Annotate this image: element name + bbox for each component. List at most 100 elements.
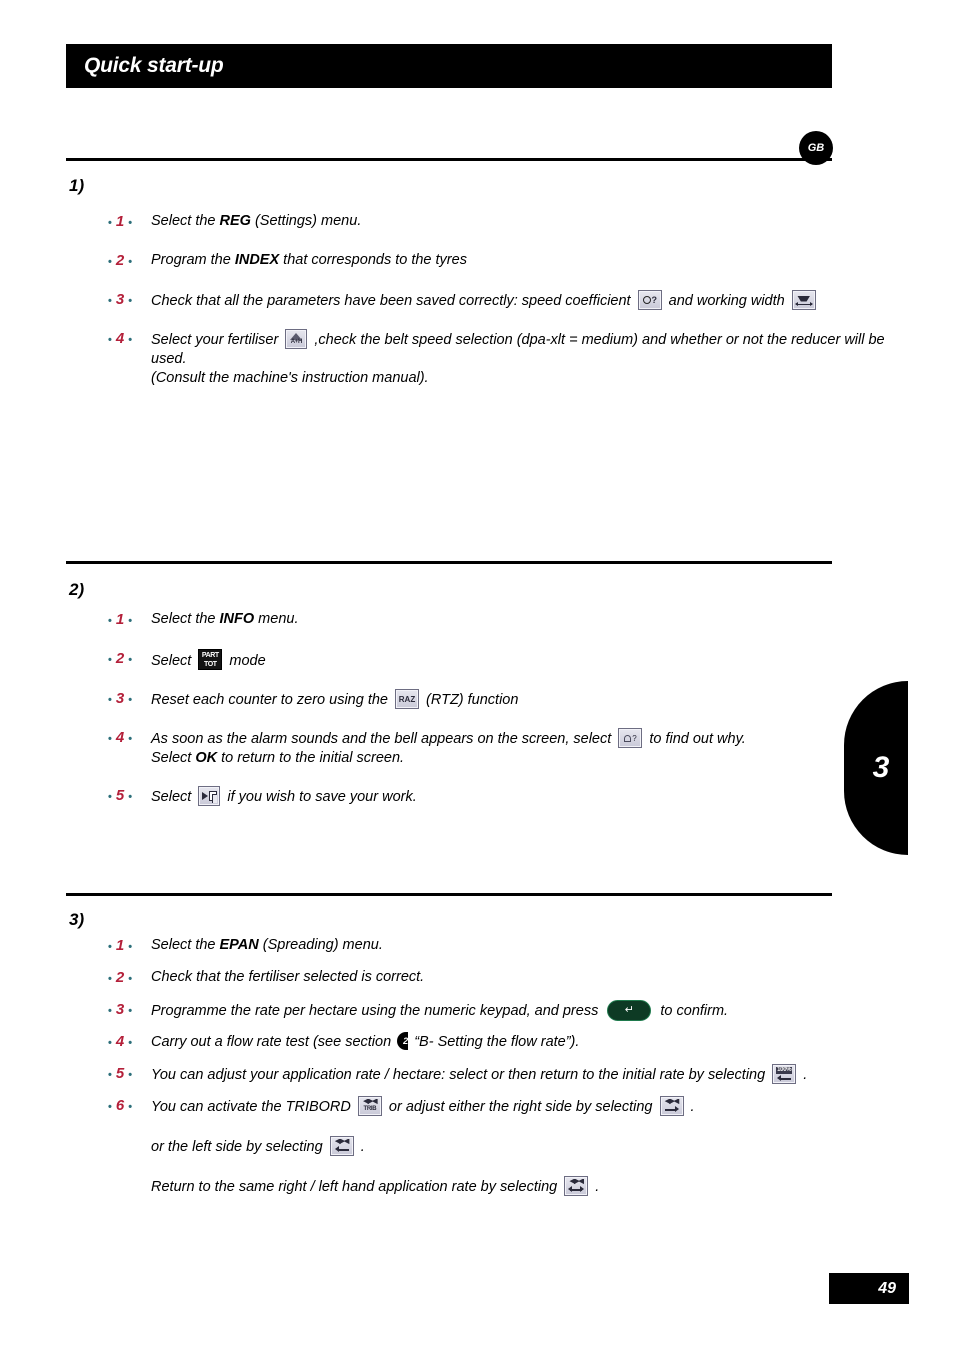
- page-title: Quick start-up: [84, 54, 224, 77]
- return-100-percent-icon: 100%: [772, 1064, 797, 1084]
- step-number-value: 2: [115, 969, 125, 986]
- step-number: • 3 •: [104, 1000, 151, 1021]
- text-run: You can adjust your application rate / h…: [151, 1067, 770, 1083]
- text-run: Check that all the parameters have been …: [151, 293, 635, 309]
- instruction-step: • 1 • Select the INFO menu.: [104, 610, 904, 631]
- text-run: Select the: [151, 937, 220, 953]
- bullet-dot-right: •: [128, 733, 133, 745]
- step-text-line: Select your fertiliser A+H ,check the be…: [151, 329, 904, 369]
- bullet-dot-right: •: [128, 1069, 133, 1081]
- step-number-value: 1: [115, 611, 125, 628]
- speed-coefficient-icon: ?: [637, 290, 662, 310]
- step-number: • 6 •: [104, 1096, 151, 1117]
- step-number-value: 5: [115, 787, 125, 804]
- step-text-line: Select if you wish to save your work.: [151, 786, 904, 807]
- tribord-icon: ◀▶◀ TRIB: [357, 1096, 382, 1116]
- section-2-tab-marker: 2: [397, 1032, 409, 1050]
- step-text: You can adjust your application rate / h…: [151, 1064, 904, 1085]
- step-text: Select the EPAN (Spreading) menu.: [151, 936, 904, 955]
- step-text-line: [151, 1117, 904, 1136]
- text-run: to find out why.: [645, 731, 746, 747]
- bullet-dot-left: •: [108, 1037, 112, 1049]
- text-run: .: [799, 1067, 808, 1083]
- instruction-step: • 4 • Carry out a flow rate test (see secti…: [104, 1032, 904, 1053]
- step-text-line: Programme the rate per hectare using the…: [151, 1000, 904, 1021]
- text-run: “B- Setting the flow rate”).: [410, 1034, 580, 1050]
- chapter-number: 3: [872, 751, 890, 784]
- step-number: • 5 •: [104, 1064, 151, 1085]
- section-3-steps: • 1 • Select the EPAN (Spreading) menu. • 2 • C…: [104, 936, 904, 1208]
- bullet-dot-right: •: [128, 295, 133, 307]
- text-run: Check that the fertiliser selected is co…: [151, 969, 425, 985]
- working-width-icon: [791, 290, 816, 310]
- bullet-dot-left: •: [108, 217, 112, 229]
- page-number: 49: [878, 1279, 896, 1297]
- text-run: to return to the initial screen.: [217, 750, 405, 766]
- step-text: Reset each counter to zero using the RAZ…: [151, 689, 904, 710]
- fertiliser-icon: A+H: [285, 329, 308, 349]
- step-text-line: Reset each counter to zero using the RAZ…: [151, 689, 904, 710]
- step-text: Select your fertiliser A+H ,check the be…: [151, 329, 904, 388]
- step-text: Select the REG (Settings) menu.: [151, 212, 904, 231]
- bullet-dot-left: •: [108, 654, 112, 666]
- step-text-line: Carry out a flow rate test (see section …: [151, 1032, 904, 1052]
- instruction-step: • 3 • Programme the rate per hectare using …: [104, 1000, 904, 1021]
- bullet-dot-left: •: [108, 1005, 112, 1017]
- step-number-value: 1: [115, 213, 125, 230]
- adjust-right-side-icon: ◀▶◀: [659, 1096, 684, 1116]
- text-run: Select: [151, 750, 196, 766]
- bullet-dot-right: •: [128, 334, 133, 346]
- text-run: .: [686, 1099, 695, 1115]
- text-run: (RTZ) function: [422, 692, 519, 708]
- bullet-dot-left: •: [108, 733, 112, 745]
- instruction-step: • 4 • Select your fertiliser A+H ,check the…: [104, 329, 904, 388]
- text-run: and working width: [664, 293, 789, 309]
- instruction-step: • 1 • Select the REG (Settings) menu.: [104, 212, 904, 233]
- instruction-step: • 4 • As soon as the alarm sounds and the b…: [104, 728, 904, 768]
- text-run: mode: [225, 653, 266, 669]
- language-badge-gb: GB: [799, 131, 833, 165]
- step-number-value: 4: [115, 729, 125, 746]
- step-text: As soon as the alarm sounds and the bell…: [151, 728, 904, 768]
- step-text: Check that all the parameters have been …: [151, 290, 904, 311]
- bullet-dot-left: •: [108, 295, 112, 307]
- bullet-dot-right: •: [128, 654, 133, 666]
- text-run: Select the: [151, 213, 220, 229]
- step-text-line: Select the INFO menu.: [151, 610, 904, 629]
- text-run: (Spreading) menu.: [258, 937, 383, 953]
- enter-confirm-button: ↵: [607, 1000, 652, 1021]
- step-text: Check that the fertiliser selected is co…: [151, 968, 904, 987]
- bullet-dot-right: •: [128, 694, 133, 706]
- step-number-value: 3: [115, 291, 125, 308]
- text-run: (Consult the machine's instruction manua…: [151, 370, 429, 386]
- step-number: • 2 •: [104, 968, 151, 989]
- step-text-line: Check that the fertiliser selected is co…: [151, 968, 904, 987]
- step-number: • 4 •: [104, 728, 151, 749]
- instruction-step: • 3 • Reset each counter to zero using the …: [104, 689, 904, 710]
- text-run: Select: [151, 789, 196, 805]
- section-label-3: 3): [69, 910, 85, 929]
- text-run: to confirm.: [656, 1003, 729, 1019]
- step-text-line: Select OK to return to the initial scree…: [151, 749, 904, 768]
- instruction-step: • 3 • Check that all the parameters have be…: [104, 290, 904, 311]
- step-text-line: Program the INDEX that corresponds to th…: [151, 251, 904, 270]
- bullet-dot-left: •: [108, 334, 112, 346]
- bullet-dot-left: •: [108, 941, 112, 953]
- step-text-line: [151, 1157, 904, 1176]
- step-number: • 1 •: [104, 610, 151, 631]
- step-text-line: Check that all the parameters have been …: [151, 290, 904, 311]
- instruction-step: • 5 • You can adjust your application rate …: [104, 1064, 904, 1085]
- text-run: .: [591, 1179, 600, 1195]
- text-run: if you wish to save your work.: [223, 789, 417, 805]
- step-text: Select PART TOT mode: [151, 649, 904, 671]
- step-text: You can activate the TRIBORD ◀▶◀ TRIB or …: [151, 1096, 904, 1197]
- section-label-2: 2): [69, 580, 85, 599]
- bullet-dot-left: •: [108, 791, 112, 803]
- step-text-line: As soon as the alarm sounds and the bell…: [151, 728, 904, 749]
- section-2-steps: • 1 • Select the INFO menu. • 2 • Select PART TO…: [104, 610, 904, 825]
- step-number-value: 4: [115, 330, 125, 347]
- bullet-dot-left: •: [108, 1069, 112, 1081]
- emphasis-term: INDEX: [234, 252, 280, 268]
- divider-top: [66, 158, 832, 161]
- instruction-step: • 6 • You can activate the TRIBORD ◀▶◀ TRIB …: [104, 1096, 904, 1197]
